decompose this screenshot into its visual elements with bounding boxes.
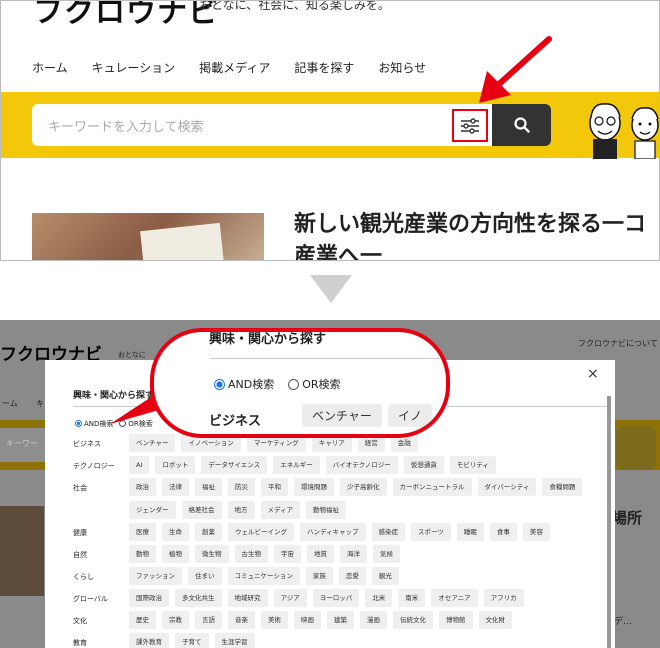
modal-screenshot-panel: フクロウナビ おとなに フクロウナビについて ーム キ キーワー 場所 デ… ×… (0, 320, 660, 648)
zoom-or-search-radio[interactable]: OR検索 (288, 376, 341, 392)
zoomed-callout: 興味・関心から探す AND検索 OR検索 ビジネス ベンチャー イノ (150, 328, 450, 438)
zoom-tag-innovation[interactable]: イノ (388, 404, 433, 427)
radio-unselected-icon (288, 379, 300, 390)
screenshot-root: フクロウナビ おとなに、社会に、知る楽しみを。 ホーム キュレーション 掲載メデ… (0, 0, 660, 648)
zoom-search-mode-radios: AND検索 OR検索 (214, 376, 341, 392)
radio-selected-icon (214, 379, 225, 390)
zoom-tag-venture[interactable]: ベンチャー (302, 404, 382, 427)
red-arrow-icon (479, 36, 552, 103)
down-arrow-icon (310, 275, 352, 303)
zoom-modal-title: 興味・関心から探す (209, 332, 327, 347)
zoom-divider (210, 358, 446, 359)
site-header-panel: フクロウナビ おとなに、社会に、知る楽しみを。 ホーム キュレーション 掲載メデ… (0, 0, 660, 261)
zoom-category-label: ビジネス (209, 414, 262, 429)
zoom-and-search-radio[interactable]: AND検索 (214, 376, 274, 392)
